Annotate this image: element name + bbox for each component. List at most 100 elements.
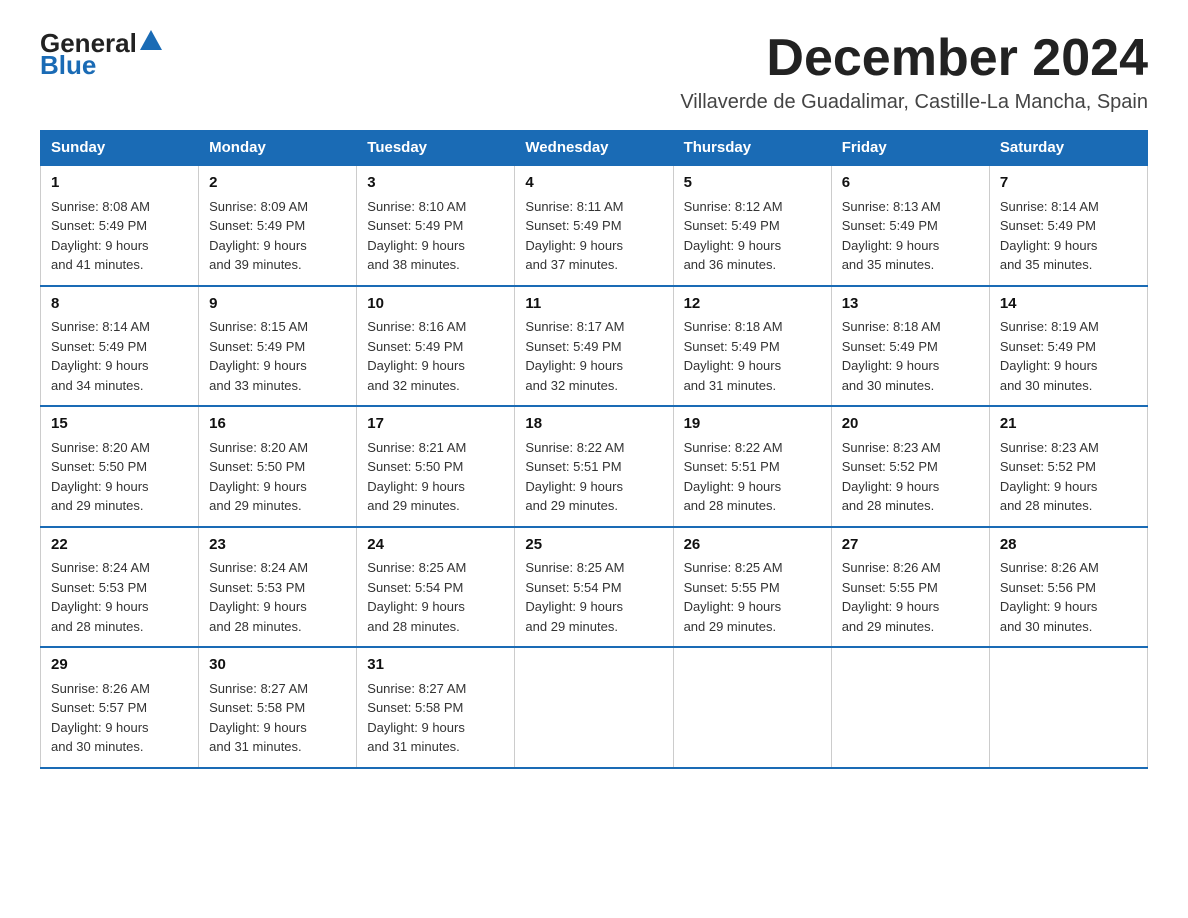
- day-cell: 7 Sunrise: 8:14 AM Sunset: 5:49 PM Dayli…: [989, 165, 1147, 286]
- day-number: 23: [209, 534, 346, 557]
- day-number: 24: [367, 534, 504, 557]
- day-cell: 9 Sunrise: 8:15 AM Sunset: 5:49 PM Dayli…: [199, 286, 357, 407]
- day-number: 10: [367, 293, 504, 316]
- day-cell: 27 Sunrise: 8:26 AM Sunset: 5:55 PM Dayl…: [831, 527, 989, 648]
- day-info: Sunrise: 8:24 AM Sunset: 5:53 PM Dayligh…: [209, 558, 346, 636]
- day-info: Sunrise: 8:23 AM Sunset: 5:52 PM Dayligh…: [842, 438, 979, 516]
- day-cell: [989, 647, 1147, 768]
- day-cell: 21 Sunrise: 8:23 AM Sunset: 5:52 PM Dayl…: [989, 406, 1147, 527]
- day-number: 28: [1000, 534, 1137, 557]
- day-info: Sunrise: 8:27 AM Sunset: 5:58 PM Dayligh…: [209, 679, 346, 757]
- logo: General Blue: [40, 30, 162, 78]
- week-row-4: 22 Sunrise: 8:24 AM Sunset: 5:53 PM Dayl…: [41, 527, 1148, 648]
- day-info: Sunrise: 8:27 AM Sunset: 5:58 PM Dayligh…: [367, 679, 504, 757]
- day-info: Sunrise: 8:14 AM Sunset: 5:49 PM Dayligh…: [1000, 197, 1137, 275]
- day-cell: 12 Sunrise: 8:18 AM Sunset: 5:49 PM Dayl…: [673, 286, 831, 407]
- page-header: General Blue December 2024 Villaverde de…: [40, 30, 1148, 114]
- day-info: Sunrise: 8:24 AM Sunset: 5:53 PM Dayligh…: [51, 558, 188, 636]
- day-cell: 24 Sunrise: 8:25 AM Sunset: 5:54 PM Dayl…: [357, 527, 515, 648]
- day-number: 6: [842, 172, 979, 195]
- calendar-body: 1 Sunrise: 8:08 AM Sunset: 5:49 PM Dayli…: [41, 165, 1148, 768]
- day-info: Sunrise: 8:15 AM Sunset: 5:49 PM Dayligh…: [209, 317, 346, 395]
- day-number: 9: [209, 293, 346, 316]
- day-cell: 15 Sunrise: 8:20 AM Sunset: 5:50 PM Dayl…: [41, 406, 199, 527]
- calendar-subtitle: Villaverde de Guadalimar, Castille-La Ma…: [680, 91, 1148, 114]
- day-info: Sunrise: 8:17 AM Sunset: 5:49 PM Dayligh…: [525, 317, 662, 395]
- day-number: 25: [525, 534, 662, 557]
- day-number: 16: [209, 413, 346, 436]
- day-cell: 8 Sunrise: 8:14 AM Sunset: 5:49 PM Dayli…: [41, 286, 199, 407]
- col-header-tuesday: Tuesday: [357, 131, 515, 166]
- day-info: Sunrise: 8:10 AM Sunset: 5:49 PM Dayligh…: [367, 197, 504, 275]
- day-info: Sunrise: 8:12 AM Sunset: 5:49 PM Dayligh…: [684, 197, 821, 275]
- day-cell: 30 Sunrise: 8:27 AM Sunset: 5:58 PM Dayl…: [199, 647, 357, 768]
- title-block: December 2024 Villaverde de Guadalimar, …: [680, 30, 1148, 114]
- day-number: 20: [842, 413, 979, 436]
- day-cell: 28 Sunrise: 8:26 AM Sunset: 5:56 PM Dayl…: [989, 527, 1147, 648]
- calendar-title: December 2024: [680, 30, 1148, 87]
- day-number: 29: [51, 654, 188, 677]
- day-number: 30: [209, 654, 346, 677]
- day-cell: 4 Sunrise: 8:11 AM Sunset: 5:49 PM Dayli…: [515, 165, 673, 286]
- logo-blue-text: Blue: [40, 52, 96, 78]
- logo-triangle-icon: [140, 30, 162, 50]
- day-cell: 6 Sunrise: 8:13 AM Sunset: 5:49 PM Dayli…: [831, 165, 989, 286]
- day-number: 1: [51, 172, 188, 195]
- day-number: 5: [684, 172, 821, 195]
- day-info: Sunrise: 8:26 AM Sunset: 5:55 PM Dayligh…: [842, 558, 979, 636]
- day-cell: [673, 647, 831, 768]
- day-info: Sunrise: 8:08 AM Sunset: 5:49 PM Dayligh…: [51, 197, 188, 275]
- day-cell: 14 Sunrise: 8:19 AM Sunset: 5:49 PM Dayl…: [989, 286, 1147, 407]
- day-cell: [831, 647, 989, 768]
- day-cell: 2 Sunrise: 8:09 AM Sunset: 5:49 PM Dayli…: [199, 165, 357, 286]
- day-cell: 1 Sunrise: 8:08 AM Sunset: 5:49 PM Dayli…: [41, 165, 199, 286]
- day-info: Sunrise: 8:14 AM Sunset: 5:49 PM Dayligh…: [51, 317, 188, 395]
- day-info: Sunrise: 8:13 AM Sunset: 5:49 PM Dayligh…: [842, 197, 979, 275]
- day-info: Sunrise: 8:22 AM Sunset: 5:51 PM Dayligh…: [684, 438, 821, 516]
- day-cell: 19 Sunrise: 8:22 AM Sunset: 5:51 PM Dayl…: [673, 406, 831, 527]
- day-cell: 5 Sunrise: 8:12 AM Sunset: 5:49 PM Dayli…: [673, 165, 831, 286]
- day-cell: 23 Sunrise: 8:24 AM Sunset: 5:53 PM Dayl…: [199, 527, 357, 648]
- day-info: Sunrise: 8:25 AM Sunset: 5:55 PM Dayligh…: [684, 558, 821, 636]
- day-number: 19: [684, 413, 821, 436]
- day-cell: 20 Sunrise: 8:23 AM Sunset: 5:52 PM Dayl…: [831, 406, 989, 527]
- col-header-sunday: Sunday: [41, 131, 199, 166]
- day-info: Sunrise: 8:20 AM Sunset: 5:50 PM Dayligh…: [209, 438, 346, 516]
- day-number: 11: [525, 293, 662, 316]
- week-row-1: 1 Sunrise: 8:08 AM Sunset: 5:49 PM Dayli…: [41, 165, 1148, 286]
- day-number: 2: [209, 172, 346, 195]
- day-number: 31: [367, 654, 504, 677]
- day-cell: 18 Sunrise: 8:22 AM Sunset: 5:51 PM Dayl…: [515, 406, 673, 527]
- day-info: Sunrise: 8:20 AM Sunset: 5:50 PM Dayligh…: [51, 438, 188, 516]
- day-info: Sunrise: 8:26 AM Sunset: 5:56 PM Dayligh…: [1000, 558, 1137, 636]
- week-row-5: 29 Sunrise: 8:26 AM Sunset: 5:57 PM Dayl…: [41, 647, 1148, 768]
- day-info: Sunrise: 8:26 AM Sunset: 5:57 PM Dayligh…: [51, 679, 188, 757]
- col-header-monday: Monday: [199, 131, 357, 166]
- day-number: 26: [684, 534, 821, 557]
- day-cell: 17 Sunrise: 8:21 AM Sunset: 5:50 PM Dayl…: [357, 406, 515, 527]
- day-info: Sunrise: 8:18 AM Sunset: 5:49 PM Dayligh…: [842, 317, 979, 395]
- day-info: Sunrise: 8:09 AM Sunset: 5:49 PM Dayligh…: [209, 197, 346, 275]
- day-cell: 29 Sunrise: 8:26 AM Sunset: 5:57 PM Dayl…: [41, 647, 199, 768]
- col-header-friday: Friday: [831, 131, 989, 166]
- day-info: Sunrise: 8:21 AM Sunset: 5:50 PM Dayligh…: [367, 438, 504, 516]
- col-header-thursday: Thursday: [673, 131, 831, 166]
- day-cell: 3 Sunrise: 8:10 AM Sunset: 5:49 PM Dayli…: [357, 165, 515, 286]
- day-number: 21: [1000, 413, 1137, 436]
- day-info: Sunrise: 8:16 AM Sunset: 5:49 PM Dayligh…: [367, 317, 504, 395]
- week-row-2: 8 Sunrise: 8:14 AM Sunset: 5:49 PM Dayli…: [41, 286, 1148, 407]
- day-cell: 26 Sunrise: 8:25 AM Sunset: 5:55 PM Dayl…: [673, 527, 831, 648]
- day-cell: 22 Sunrise: 8:24 AM Sunset: 5:53 PM Dayl…: [41, 527, 199, 648]
- day-number: 17: [367, 413, 504, 436]
- day-info: Sunrise: 8:19 AM Sunset: 5:49 PM Dayligh…: [1000, 317, 1137, 395]
- day-info: Sunrise: 8:18 AM Sunset: 5:49 PM Dayligh…: [684, 317, 821, 395]
- day-number: 27: [842, 534, 979, 557]
- day-info: Sunrise: 8:23 AM Sunset: 5:52 PM Dayligh…: [1000, 438, 1137, 516]
- day-number: 18: [525, 413, 662, 436]
- day-number: 22: [51, 534, 188, 557]
- day-number: 12: [684, 293, 821, 316]
- day-cell: 11 Sunrise: 8:17 AM Sunset: 5:49 PM Dayl…: [515, 286, 673, 407]
- day-number: 8: [51, 293, 188, 316]
- day-info: Sunrise: 8:25 AM Sunset: 5:54 PM Dayligh…: [367, 558, 504, 636]
- day-cell: 25 Sunrise: 8:25 AM Sunset: 5:54 PM Dayl…: [515, 527, 673, 648]
